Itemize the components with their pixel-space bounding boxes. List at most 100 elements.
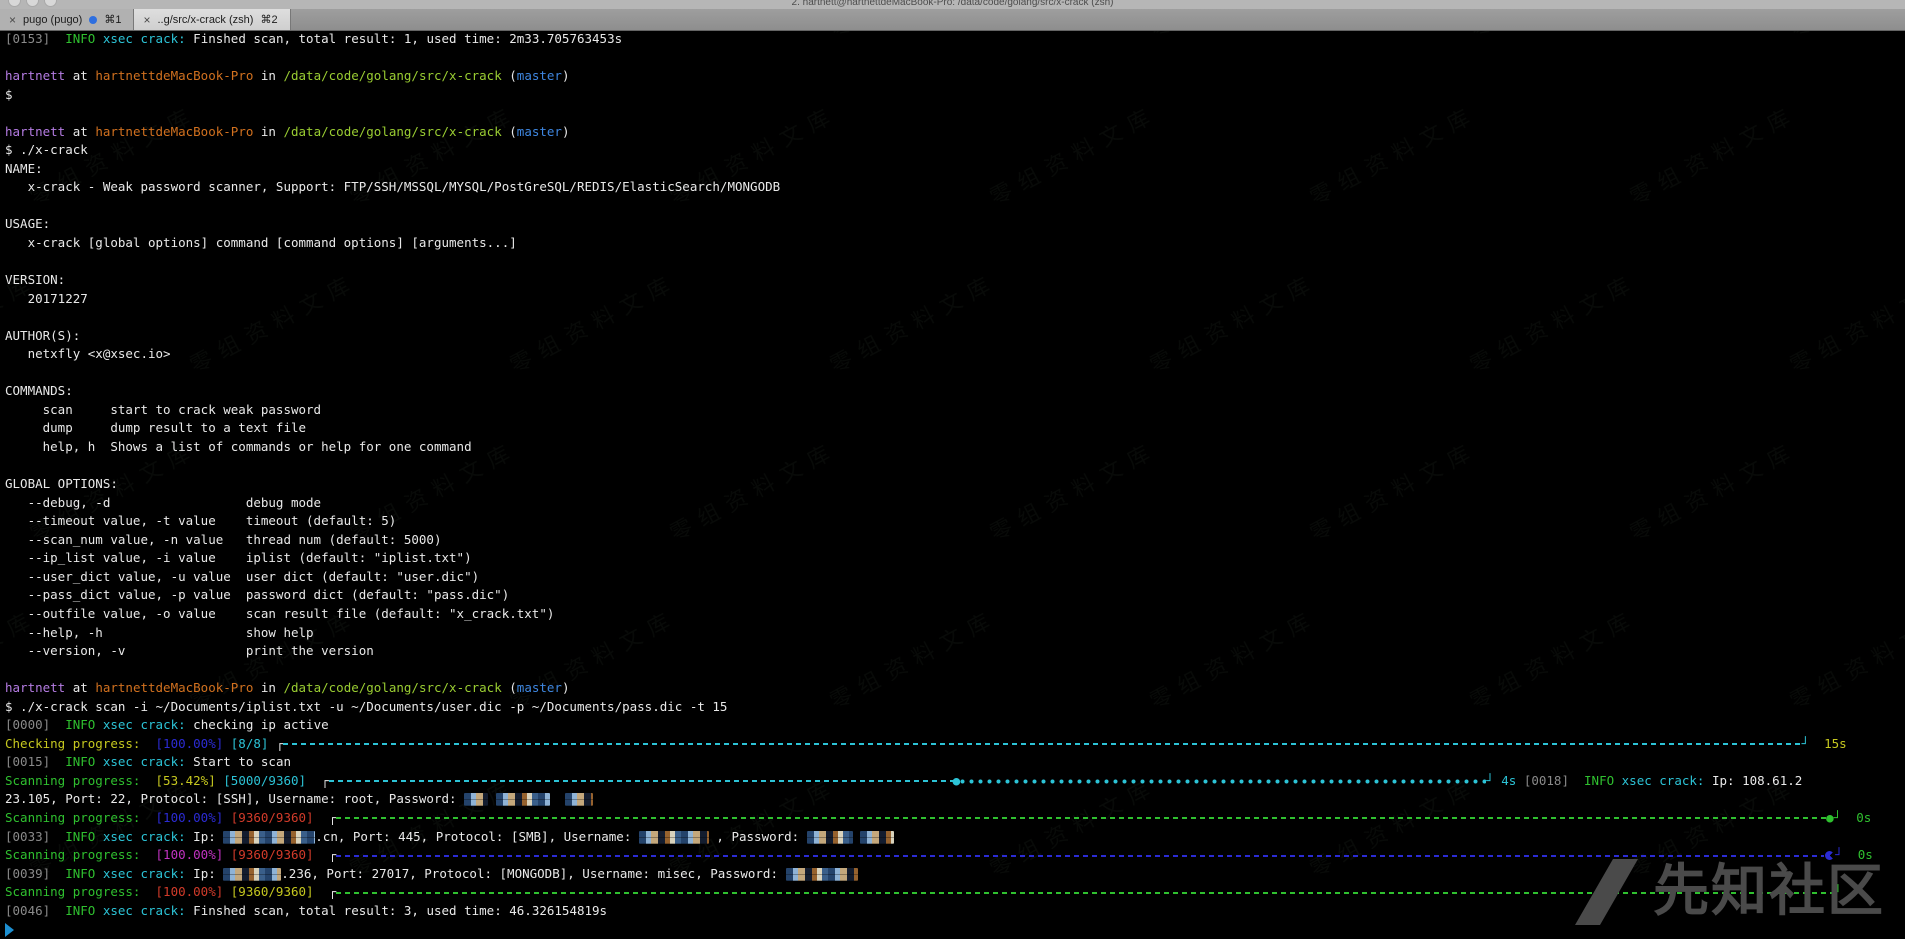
terminal-line bbox=[5, 104, 1905, 123]
terminal-line: Checking progress: [100.00%] [8/8] ┌┘ 15… bbox=[5, 735, 1905, 754]
terminal-line: [0015] INFO xsec crack: Start to scan bbox=[5, 753, 1905, 772]
terminal-text bbox=[1841, 810, 1856, 825]
tab-label: ..g/src/x-crack (zsh) bbox=[157, 14, 253, 26]
terminal-line: --debug, -d debug mode bbox=[5, 494, 1905, 513]
terminal-text: scan start to crack weak password bbox=[5, 402, 321, 417]
terminal-text: ( bbox=[502, 68, 517, 83]
redacted-mosaic bbox=[464, 793, 488, 806]
terminal-text: ) bbox=[562, 124, 570, 139]
terminal-text: master bbox=[517, 68, 562, 83]
terminal-text: COMMANDS: bbox=[5, 383, 73, 398]
terminal-text: Ip: bbox=[193, 829, 223, 844]
terminal-text: Finshed scan, total result: 1, used time… bbox=[193, 31, 622, 46]
terminal-text: hartnettdeMacBook-Pro bbox=[95, 680, 253, 695]
redacted-mosaic bbox=[807, 831, 853, 844]
tab-bar: × pugo (pugo) ⌘1 × ..g/src/x-crack (zsh)… bbox=[0, 9, 1905, 31]
terminal-text bbox=[488, 791, 496, 806]
terminal-text: Scanning progress: bbox=[5, 884, 156, 899]
terminal-text: [8/8] bbox=[231, 736, 269, 751]
terminal-line: --user_dict value, -u value user dict (d… bbox=[5, 568, 1905, 587]
terminal-text: [0153] bbox=[5, 31, 65, 46]
tab-x-crack[interactable]: × ..g/src/x-crack (zsh) ⌘2 bbox=[134, 9, 290, 30]
terminal-text: ( bbox=[502, 124, 517, 139]
terminal-text: [100.00%] bbox=[156, 847, 224, 862]
pacman-icon bbox=[1825, 851, 1834, 860]
terminal-text: xsec crack: bbox=[103, 717, 193, 732]
terminal-text: /data/code/golang/src/x-crack bbox=[283, 124, 501, 139]
terminal-line bbox=[5, 253, 1905, 272]
terminal-line: scan start to crack weak password bbox=[5, 401, 1905, 420]
terminal-text: 15s bbox=[1824, 736, 1847, 751]
terminal-text: INFO bbox=[65, 31, 103, 46]
terminal-text: Start to scan bbox=[193, 754, 291, 769]
terminal-text: .236, Port: 27017, Protocol: [MONGODB], … bbox=[281, 866, 785, 881]
tab-label: pugo (pugo) bbox=[23, 14, 82, 26]
terminal-text: netxfly <x@xsec.io> bbox=[5, 346, 171, 361]
tab-close-icon[interactable]: × bbox=[143, 14, 150, 26]
terminal-text: [0033] bbox=[5, 829, 65, 844]
terminal-line: VERSION: bbox=[5, 271, 1905, 290]
terminal-text: in bbox=[253, 68, 283, 83]
progress-dot-bar bbox=[960, 779, 1486, 784]
terminal-line bbox=[5, 308, 1905, 327]
terminal-line: $ bbox=[5, 86, 1905, 105]
terminal-line: netxfly <x@xsec.io> bbox=[5, 345, 1905, 364]
terminal-text: [0015] bbox=[5, 754, 65, 769]
terminal-text: $ ./x-crack bbox=[5, 142, 88, 157]
redacted-mosaic bbox=[223, 831, 315, 844]
terminal-text: ┌ bbox=[314, 884, 337, 899]
terminal-text: xsec crack: bbox=[103, 829, 193, 844]
terminal-text: [0000] bbox=[5, 717, 65, 732]
tab-close-icon[interactable]: × bbox=[9, 14, 16, 26]
terminal-text: ┌ bbox=[268, 736, 283, 751]
terminal-text: hartnettdeMacBook-Pro bbox=[95, 124, 253, 139]
terminal-text: ┘ bbox=[1801, 736, 1809, 751]
terminal-line bbox=[5, 661, 1905, 680]
terminal-text: 20171227 bbox=[5, 291, 88, 306]
terminal-line: [0000] INFO xsec crack: checking ip acti… bbox=[5, 716, 1905, 735]
terminal-text: ) bbox=[562, 68, 570, 83]
terminal-text: VERSION: bbox=[5, 272, 65, 287]
terminal-line: AUTHOR(S): bbox=[5, 327, 1905, 346]
terminal-text: master bbox=[517, 124, 562, 139]
terminal-line: --pass_dict value, -p value password dic… bbox=[5, 586, 1905, 605]
terminal-text: , Password: bbox=[709, 829, 807, 844]
terminal-line bbox=[5, 197, 1905, 216]
terminal-text: at bbox=[65, 680, 95, 695]
terminal-text: [0039] bbox=[5, 866, 65, 881]
terminal-line: --version, -v print the version bbox=[5, 642, 1905, 661]
terminal-text bbox=[223, 884, 231, 899]
terminal-text: [9360/9360] bbox=[231, 884, 314, 899]
terminal-line: [0153] INFO xsec crack: Finshed scan, to… bbox=[5, 30, 1905, 49]
terminal-text: ┌ bbox=[314, 810, 337, 825]
terminal-text: --help, -h show help bbox=[5, 625, 314, 640]
tab-shortcut: ⌘1 bbox=[104, 13, 121, 26]
terminal-text: [53.42%] bbox=[156, 773, 216, 788]
terminal-line: COMMANDS: bbox=[5, 382, 1905, 401]
terminal-text: --outfile value, -o value scan result fi… bbox=[5, 606, 554, 621]
window-titlebar: 2. hartnett@hartnettdeMacBook-Pro: /data… bbox=[0, 0, 1905, 9]
activity-dot-icon bbox=[89, 16, 97, 24]
terminal-line bbox=[5, 920, 1905, 939]
terminal-line: 20171227 bbox=[5, 290, 1905, 309]
terminal-text: [9360/9360] bbox=[231, 810, 314, 825]
terminal-line bbox=[5, 457, 1905, 476]
terminal-text: [0018] bbox=[1524, 773, 1569, 788]
terminal-line bbox=[5, 49, 1905, 68]
terminal-text: at bbox=[65, 68, 95, 83]
terminal-line: Scanning progress: [100.00%] [9360/9360]… bbox=[5, 846, 1905, 865]
terminal-text: ) bbox=[562, 680, 570, 695]
tab-pugo[interactable]: × pugo (pugo) ⌘1 bbox=[0, 9, 134, 30]
progress-dash-bar bbox=[336, 817, 1826, 819]
terminal-text: NAME: bbox=[5, 161, 43, 176]
terminal-line: Scanning progress: [100.00%] [9360/9360]… bbox=[5, 883, 1905, 902]
terminal-line: dump dump result to a text file bbox=[5, 419, 1905, 438]
terminal-text: ┘ bbox=[1486, 773, 1501, 788]
terminal-text bbox=[1809, 736, 1824, 751]
terminal-line: GLOBAL OPTIONS: bbox=[5, 475, 1905, 494]
terminal-text bbox=[223, 736, 231, 751]
progress-dash-bar bbox=[336, 892, 1834, 894]
terminal-line: hartnett at hartnettdeMacBook-Pro in /da… bbox=[5, 67, 1905, 86]
terminal-text: xsec crack: bbox=[103, 866, 193, 881]
terminal-text: help, h Shows a list of commands or help… bbox=[5, 439, 472, 454]
